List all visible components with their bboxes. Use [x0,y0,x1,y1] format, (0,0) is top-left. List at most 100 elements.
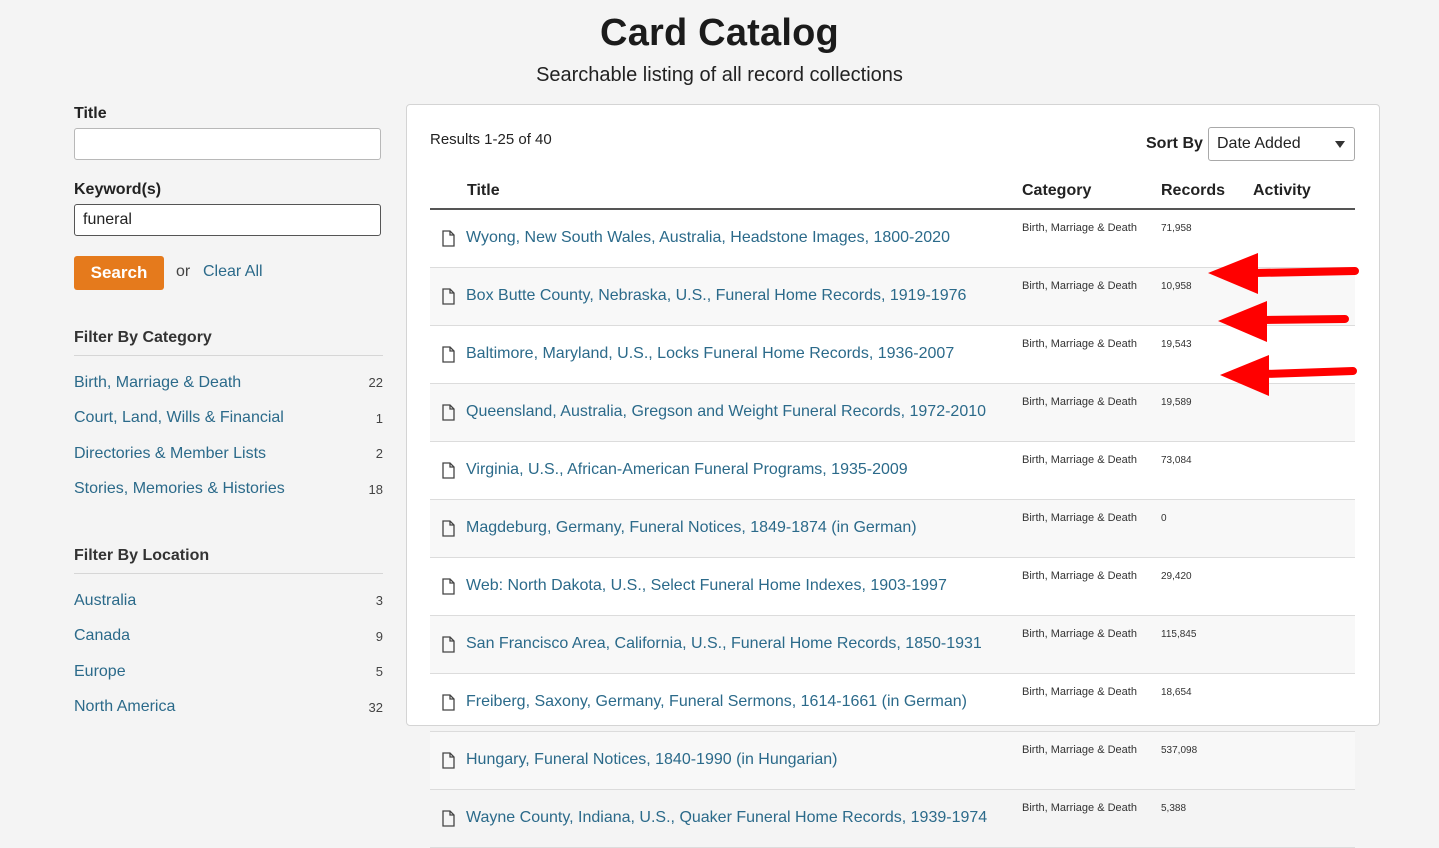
keyword-label: Keyword(s) [74,181,162,198]
filter-count: 2 [375,446,383,462]
title-cell: San Francisco Area, California, U.S., Fu… [430,615,1022,674]
title-cell: Magdeburg, Germany, Funeral Notices, 184… [430,499,1022,558]
activity-cell [1253,615,1355,674]
category-cell: Birth, Marriage & Death [1022,557,1161,616]
category-cell: Birth, Marriage & Death [1022,731,1161,790]
filter-location-label[interactable]: Canada [74,627,130,645]
filter-count: 18 [368,481,383,497]
table-row[interactable]: Hungary, Funeral Notices, 1840-1990 (in … [430,731,1355,790]
activity-cell [1253,557,1355,616]
document-icon [442,578,455,595]
filter-location-item[interactable]: Australia 3 [74,583,383,619]
filter-category-item[interactable]: Stories, Memories & Histories 18 [74,472,383,508]
filter-location-item[interactable]: Europe 5 [74,654,383,690]
document-icon [442,230,455,247]
activity-cell [1253,731,1355,790]
document-icon [442,810,455,827]
collection-title-link[interactable]: Virginia, U.S., African-American Funeral… [466,461,908,478]
activity-cell [1253,789,1355,848]
filter-category-label[interactable]: Directories & Member Lists [74,445,266,463]
category-cell: Birth, Marriage & Death [1022,673,1161,732]
results-count: Results 1-25 of 40 [430,131,552,148]
dropdown-arrow-icon [1335,141,1345,148]
document-icon [442,694,455,711]
records-cell: 18,654 [1161,673,1253,732]
title-input[interactable] [74,128,381,160]
column-header-title: Title [430,173,1022,210]
table-row[interactable]: San Francisco Area, California, U.S., Fu… [430,615,1355,674]
filter-by-category: Filter By Category Birth, Marriage & Dea… [74,329,383,507]
collection-title-link[interactable]: Web: North Dakota, U.S., Select Funeral … [466,577,947,594]
filter-location-item[interactable]: North America 32 [74,690,383,726]
filter-category-heading: Filter By Category [74,329,383,356]
table-row[interactable]: Freiberg, Saxony, Germany, Funeral Sermo… [430,673,1355,732]
results-panel: Results 1-25 of 40 Sort By Date Added Ti… [406,104,1380,848]
table-row[interactable]: Virginia, U.S., African-American Funeral… [430,441,1355,500]
table-row[interactable]: Web: North Dakota, U.S., Select Funeral … [430,557,1355,616]
activity-cell [1253,499,1355,558]
filter-category-label[interactable]: Court, Land, Wills & Financial [74,409,284,427]
collection-title-link[interactable]: Queensland, Australia, Gregson and Weigh… [466,403,986,420]
filter-category-label[interactable]: Birth, Marriage & Death [74,374,241,392]
collection-title-link[interactable]: Baltimore, Maryland, U.S., Locks Funeral… [466,345,954,362]
category-cell: Birth, Marriage & Death [1022,209,1161,268]
filter-location-label[interactable]: Australia [74,592,136,610]
clear-all-link[interactable]: Clear All [203,263,263,281]
title-cell: Web: North Dakota, U.S., Select Funeral … [430,557,1022,616]
activity-cell [1253,673,1355,732]
category-cell: Birth, Marriage & Death [1022,441,1161,500]
category-cell: Birth, Marriage & Death [1022,325,1161,384]
category-cell: Birth, Marriage & Death [1022,499,1161,558]
document-icon [442,752,455,769]
collection-title-link[interactable]: Magdeburg, Germany, Funeral Notices, 184… [466,519,917,536]
search-button[interactable]: Search [74,256,164,290]
document-icon [442,404,455,421]
collection-title-link[interactable]: Box Butte County, Nebraska, U.S., Funera… [466,287,966,304]
document-icon [442,636,455,653]
category-cell: Birth, Marriage & Death [1022,789,1161,848]
document-icon [442,288,455,305]
records-cell: 0 [1161,499,1253,558]
column-header-activity: Activity [1253,173,1355,210]
collection-title-link[interactable]: Wayne County, Indiana, U.S., Quaker Fune… [466,809,987,826]
page-title: Card Catalog [600,12,839,54]
red-arrow-icon [1220,355,1357,396]
filter-location-label[interactable]: North America [74,698,175,716]
sort-select-value: Date Added [1217,135,1301,152]
filter-category-item[interactable]: Birth, Marriage & Death 22 [74,365,383,401]
document-icon [442,346,455,363]
filter-count: 1 [375,410,383,426]
table-header-row: Title Category Records Activity [430,173,1355,210]
title-cell: Wyong, New South Wales, Australia, Heads… [430,209,1022,268]
title-cell: Freiberg, Saxony, Germany, Funeral Sermo… [430,673,1022,732]
table-row[interactable]: Wayne County, Indiana, U.S., Quaker Fune… [430,789,1355,848]
red-arrow-icon [1208,253,1359,294]
title-label: Title [74,105,107,122]
records-cell: 73,084 [1161,441,1253,500]
filter-count: 22 [368,375,383,391]
filter-count: 9 [375,628,383,644]
page-subtitle: Searchable listing of all record collect… [536,64,903,86]
filter-category-item[interactable]: Directories & Member Lists 2 [74,436,383,472]
records-cell: 5,388 [1161,789,1253,848]
filter-location-item[interactable]: Canada 9 [74,619,383,655]
collection-title-link[interactable]: Hungary, Funeral Notices, 1840-1990 (in … [466,751,837,768]
red-arrow-icon [1218,301,1349,342]
keyword-input[interactable] [74,204,381,236]
filter-category-label[interactable]: Stories, Memories & Histories [74,480,285,498]
table-row[interactable]: Magdeburg, Germany, Funeral Notices, 184… [430,499,1355,558]
filter-count: 5 [375,664,383,680]
title-cell: Virginia, U.S., African-American Funeral… [430,441,1022,500]
collection-title-link[interactable]: Wyong, New South Wales, Australia, Heads… [466,229,950,246]
collection-title-link[interactable]: San Francisco Area, California, U.S., Fu… [466,635,982,652]
filter-location-label[interactable]: Europe [74,663,126,681]
title-cell: Wayne County, Indiana, U.S., Quaker Fune… [430,789,1022,848]
title-cell: Queensland, Australia, Gregson and Weigh… [430,383,1022,442]
column-header-category: Category [1022,173,1161,210]
or-text: or [176,263,191,280]
sort-label: Sort By [1146,135,1203,152]
title-cell: Box Butte County, Nebraska, U.S., Funera… [430,267,1022,326]
title-cell: Hungary, Funeral Notices, 1840-1990 (in … [430,731,1022,790]
filter-category-item[interactable]: Court, Land, Wills & Financial 1 [74,401,383,437]
sort-select[interactable]: Date Added [1208,127,1355,161]
